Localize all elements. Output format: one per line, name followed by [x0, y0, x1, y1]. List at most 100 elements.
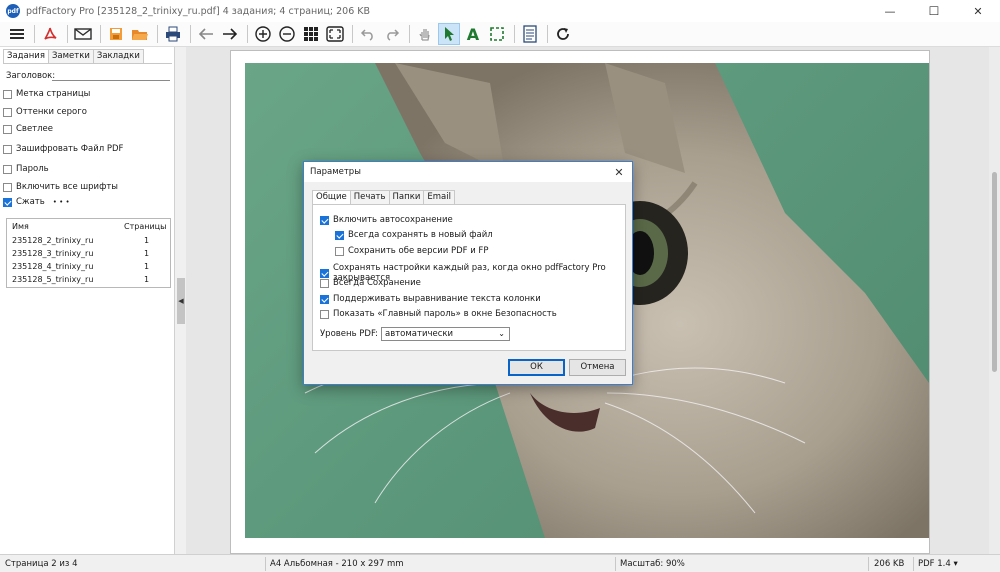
toolbar: A [0, 22, 1000, 47]
pdf-version-dropdown[interactable]: PDF 1.4 ▾ [918, 559, 958, 569]
minimize-button[interactable]: — [868, 0, 912, 22]
mail-icon[interactable] [72, 23, 94, 45]
option-column-alignment[interactable]: Поддерживать выравнивание текста колонки [320, 294, 541, 304]
option-label: Показать «Главный пароль» в окне Безопас… [333, 309, 557, 319]
option-page-stamp[interactable]: Метка страницы [3, 89, 90, 99]
checkbox-checked[interactable] [320, 215, 329, 225]
settings-dialog: Параметры ✕ Общие Печать Папки Email Вкл… [303, 161, 633, 385]
option-label: Светлее [16, 124, 54, 134]
checkbox[interactable] [335, 246, 344, 256]
vertical-scrollbar[interactable] [989, 47, 1000, 554]
checkbox[interactable] [3, 182, 12, 192]
save-icon[interactable] [105, 23, 127, 45]
option-autosave[interactable]: Включить автосохранение [320, 215, 453, 225]
option-show-master-password[interactable]: Показать «Главный пароль» в окне Безопас… [320, 309, 557, 319]
header-input[interactable] [52, 68, 170, 81]
checkbox-checked[interactable] [3, 197, 12, 207]
status-file-size: 206 KB [874, 559, 905, 569]
scrollbar-thumb[interactable] [992, 172, 997, 372]
checkbox[interactable] [3, 124, 12, 134]
option-compress[interactable]: Сжать • • • [3, 197, 70, 207]
pdf-icon[interactable] [39, 23, 61, 45]
ok-button[interactable]: ОК [508, 359, 565, 376]
zoom-in-icon[interactable] [252, 23, 274, 45]
jobs-list: Имя Страницы 235128_2_trinixy_ru 1 235128… [6, 218, 171, 288]
pdf-level-select[interactable]: автоматически ⌄ [381, 327, 510, 341]
option-label: Сохранить обе версии PDF и FP [348, 246, 489, 256]
list-item[interactable]: 235128_5_trinixy_ru 1 [7, 275, 170, 287]
list-item[interactable]: 235128_3_trinixy_ru 1 [7, 249, 170, 261]
fit-page-icon[interactable] [324, 23, 346, 45]
checkbox[interactable] [3, 107, 12, 117]
tab-jobs[interactable]: Задания [3, 49, 49, 64]
app-logo-icon: pdf [6, 4, 20, 18]
checkbox[interactable] [320, 309, 329, 319]
option-label: Включить автосохранение [333, 215, 453, 225]
option-label: Оттенки серого [16, 107, 87, 117]
zoom-out-icon[interactable] [276, 23, 298, 45]
option-encrypt-pdf[interactable]: Зашифровать Файл PDF [3, 144, 123, 154]
option-label: Пароль [16, 164, 49, 174]
checkbox[interactable] [3, 144, 12, 154]
list-item[interactable]: 235128_2_trinixy_ru 1 [7, 236, 170, 248]
checkbox[interactable] [3, 89, 12, 99]
status-bar: Страница 2 из 4 A4 Альбомная - 210 x 297… [0, 554, 1000, 572]
status-zoom: Масштаб: 90% [620, 559, 685, 569]
cancel-button[interactable]: Отмена [569, 359, 626, 376]
folder-icon[interactable] [129, 23, 151, 45]
undo-icon[interactable] [357, 23, 379, 45]
option-label: Поддерживать выравнивание текста колонки [333, 294, 541, 304]
refresh-icon[interactable] [552, 23, 574, 45]
status-paper-size: A4 Альбомная - 210 x 297 mm [270, 559, 404, 569]
tab-folders[interactable]: Папки [388, 190, 425, 204]
option-label: Всегда сохранять в новый файл [348, 230, 493, 240]
hand-icon[interactable] [414, 23, 436, 45]
list-item[interactable]: 235128_4_trinixy_ru 1 [7, 262, 170, 274]
option-grayscale[interactable]: Оттенки серого [3, 107, 87, 117]
arrow-right-icon[interactable] [219, 23, 241, 45]
printer-icon[interactable] [162, 23, 184, 45]
checkbox-checked[interactable] [320, 268, 329, 278]
notes-icon[interactable] [519, 23, 541, 45]
checkbox-checked[interactable] [335, 230, 344, 240]
checkbox-checked[interactable] [320, 294, 329, 304]
menu-icon[interactable] [6, 23, 28, 45]
collapse-panel-button[interactable]: ◀ [177, 278, 185, 324]
jobs-panel: Задания Заметки Закладки Заголовок: Метк… [0, 47, 175, 554]
dialog-close-button[interactable]: ✕ [606, 162, 632, 182]
option-save-new-file[interactable]: Всегда сохранять в новый файл [335, 230, 493, 240]
grid-icon[interactable] [300, 23, 322, 45]
close-button[interactable]: ✕ [956, 0, 1000, 22]
dialog-titlebar: Параметры ✕ [304, 162, 632, 182]
tab-general[interactable]: Общие [312, 190, 351, 204]
option-embed-fonts[interactable]: Включить все шрифты [3, 182, 118, 192]
tab-bookmarks[interactable]: Закладки [92, 49, 144, 63]
option-label: Зашифровать Файл PDF [16, 144, 124, 154]
maximize-button[interactable]: ☐ [912, 0, 956, 22]
option-lighter[interactable]: Светлее [3, 124, 53, 134]
select-area-icon[interactable] [486, 23, 508, 45]
option-label: Всегда Сохранение [333, 278, 421, 288]
redo-icon[interactable] [381, 23, 403, 45]
arrow-left-icon[interactable] [195, 23, 217, 45]
option-always-save[interactable]: Всегда Сохранение [320, 278, 421, 288]
option-label: Метка страницы [16, 89, 91, 99]
pdf-level-label: Уровень PDF: [320, 329, 379, 339]
checkbox[interactable] [320, 278, 329, 288]
option-password[interactable]: Пароль [3, 164, 49, 174]
tab-email[interactable]: Email [423, 190, 455, 204]
title-bar: pdf pdfFactory Pro [235128_2_trinixy_ru.… [0, 0, 1000, 22]
pdf-level-value: автоматически [385, 329, 454, 339]
tab-print[interactable]: Печать [349, 190, 390, 204]
column-pages-header[interactable]: Страницы [124, 222, 166, 231]
more-options-button[interactable]: • • • [53, 198, 70, 206]
checkbox[interactable] [3, 164, 12, 174]
header-label: Заголовок: [6, 71, 56, 81]
text-tool-icon[interactable]: A [462, 23, 484, 45]
tab-notes[interactable]: Заметки [47, 49, 94, 63]
window-title: pdfFactory Pro [235128_2_trinixy_ru.pdf]… [26, 5, 371, 17]
dialog-title: Параметры [310, 167, 361, 177]
option-save-both-versions[interactable]: Сохранить обе версии PDF и FP [335, 246, 488, 256]
pointer-icon[interactable] [438, 23, 460, 45]
column-name-header[interactable]: Имя [12, 222, 29, 231]
